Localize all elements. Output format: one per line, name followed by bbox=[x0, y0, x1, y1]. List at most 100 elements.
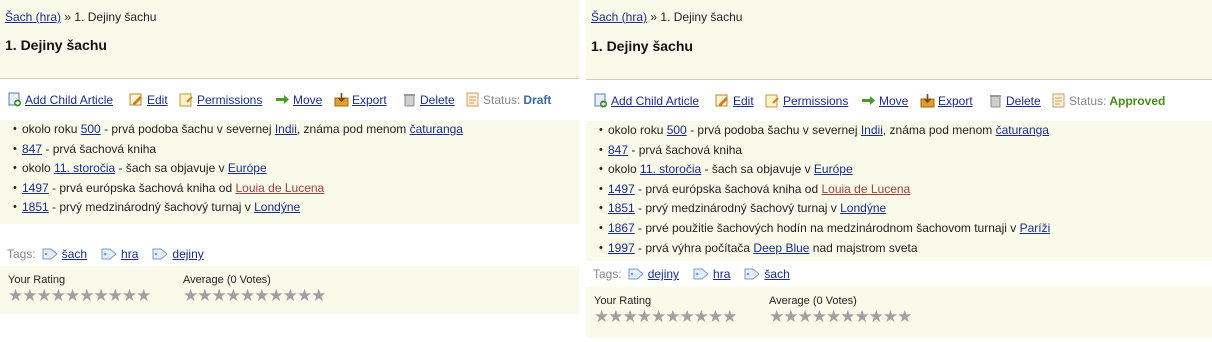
event-year-link[interactable]: 11. storočia bbox=[54, 161, 115, 175]
event-place-link[interactable]: Indii bbox=[275, 122, 297, 136]
page-title: 1. Dejiny šachu bbox=[5, 37, 107, 53]
delete-link[interactable]: Delete bbox=[420, 93, 455, 107]
permissions-link[interactable]: Permissions bbox=[783, 94, 848, 108]
event-year-link[interactable]: 1851 bbox=[608, 201, 635, 215]
breadcrumb-current: 1. Dejiny šachu bbox=[660, 10, 743, 24]
event-place-link[interactable]: Louia de Lucena bbox=[821, 182, 910, 196]
add-child-article-link[interactable]: Add Child Article bbox=[611, 94, 699, 108]
event-place-link[interactable]: Európe bbox=[814, 162, 853, 176]
tags-row: Tags: šach hra dejiny bbox=[0, 242, 579, 266]
permissions-link[interactable]: Permissions bbox=[197, 93, 262, 107]
arrow-right-icon bbox=[276, 95, 289, 104]
tag-link[interactable]: hra bbox=[121, 247, 138, 261]
average-rating-label: Average (0 Votes) bbox=[769, 295, 857, 307]
average-rating: Average (0 Votes) ★★★★★★★★★★ bbox=[183, 274, 326, 306]
permissions-button[interactable]: Permissions bbox=[765, 93, 848, 108]
trash-icon bbox=[404, 94, 415, 107]
tag-link[interactable]: šach bbox=[764, 267, 789, 281]
event-place-link[interactable]: Londýne bbox=[254, 200, 300, 214]
your-rating-label: Your Rating bbox=[594, 295, 652, 307]
tag-item[interactable]: hra bbox=[101, 247, 138, 261]
event-year-link[interactable]: 847 bbox=[608, 143, 628, 157]
your-rating-stars[interactable]: ★★★★★★★★★★ bbox=[594, 308, 737, 326]
add-child-article-button[interactable]: Add Child Article bbox=[7, 92, 113, 107]
permissions-button[interactable]: Permissions bbox=[179, 92, 262, 107]
timeline-list: okolo roku 500 - prvá podoba šachu v sev… bbox=[586, 121, 1212, 261]
status-document-icon bbox=[466, 92, 479, 107]
event-prefix-text: okolo bbox=[22, 161, 55, 176]
breadcrumb-link-parent[interactable]: Šach (hra) bbox=[5, 10, 61, 24]
export-link[interactable]: Export bbox=[938, 94, 973, 108]
breadcrumb-separator: » bbox=[650, 10, 658, 24]
ratings-section: Your Rating ★★★★★★★★★★ Average (0 Votes)… bbox=[586, 287, 1212, 337]
event-year-link[interactable]: 1997 bbox=[608, 241, 635, 255]
event-suffix-text: nad majstrom sveta bbox=[809, 240, 918, 255]
edit-link[interactable]: Edit bbox=[733, 94, 754, 108]
timeline-item: okolo roku 500 - prvá podoba šachu v sev… bbox=[599, 121, 1212, 141]
event-place-link[interactable]: Paríži bbox=[1020, 221, 1051, 235]
event-description-text: - prvá šachová kniha bbox=[628, 142, 743, 157]
add-child-article-button[interactable]: Add Child Article bbox=[593, 93, 699, 108]
tags-label: Tags: bbox=[7, 247, 36, 261]
export-link[interactable]: Export bbox=[352, 93, 387, 107]
tag-item[interactable]: dejiny bbox=[152, 247, 204, 261]
average-rating-stars: ★★★★★★★★★★ bbox=[183, 286, 326, 306]
event-place-link[interactable]: Louia de Lucena bbox=[235, 181, 324, 195]
event-term-link[interactable]: čaturanga bbox=[410, 122, 463, 136]
event-description-text: - šach sa objavuje v bbox=[115, 161, 228, 176]
delete-button[interactable]: Delete bbox=[402, 92, 455, 107]
event-year-link[interactable]: 1867 bbox=[608, 221, 635, 235]
tag-item[interactable]: hra bbox=[693, 267, 730, 281]
tag-icon bbox=[42, 248, 58, 260]
move-link[interactable]: Move bbox=[293, 93, 322, 107]
tag-item[interactable]: dejiny bbox=[628, 267, 679, 281]
tag-link[interactable]: dejiny bbox=[172, 247, 203, 261]
tag-link[interactable]: šach bbox=[62, 247, 87, 261]
event-year-link[interactable]: 847 bbox=[22, 142, 42, 156]
timeline-list: okolo roku 500 - prvá podoba šachu v sev… bbox=[0, 120, 579, 224]
export-icon bbox=[920, 94, 935, 108]
tag-item[interactable]: šach bbox=[744, 267, 790, 281]
tag-link[interactable]: dejiny bbox=[648, 267, 679, 281]
edit-button[interactable]: Edit bbox=[715, 93, 754, 108]
status-label: Status: bbox=[483, 92, 521, 107]
status-indicator: Status: Approved bbox=[1051, 93, 1165, 108]
breadcrumb: Šach (hra) » 1. Dejiny šachu bbox=[5, 10, 156, 24]
breadcrumb-link-parent[interactable]: Šach (hra) bbox=[591, 10, 647, 24]
event-year-link[interactable]: 1851 bbox=[22, 200, 49, 214]
move-button[interactable]: Move bbox=[861, 93, 908, 108]
export-icon bbox=[334, 93, 349, 107]
edit-link[interactable]: Edit bbox=[147, 93, 168, 107]
your-rating-stars[interactable]: ★★★★★★★★★★ bbox=[8, 287, 151, 305]
tag-item[interactable]: šach bbox=[42, 247, 87, 261]
delete-button[interactable]: Delete bbox=[988, 93, 1041, 108]
add-child-article-link[interactable]: Add Child Article bbox=[25, 93, 113, 107]
tag-icon bbox=[744, 268, 761, 280]
event-prefix-text: okolo bbox=[608, 162, 641, 177]
event-year-link[interactable]: 11. storočia bbox=[640, 162, 701, 176]
tag-icon bbox=[693, 268, 709, 280]
event-year-link[interactable]: 1497 bbox=[22, 181, 49, 195]
event-year-link[interactable]: 500 bbox=[81, 122, 101, 136]
event-prefix-text: okolo roku bbox=[22, 122, 81, 136]
article-header: Šach (hra) » 1. Dejiny šachu 1. Dejiny š… bbox=[0, 0, 579, 79]
export-button[interactable]: Export bbox=[920, 93, 973, 108]
status-value: Approved bbox=[1109, 93, 1166, 108]
tag-link[interactable]: hra bbox=[713, 267, 730, 281]
event-term-link[interactable]: čaturanga bbox=[996, 123, 1049, 137]
event-description-text: - prvý medzinárodný šachový turnaj v bbox=[48, 200, 255, 215]
move-link[interactable]: Move bbox=[879, 94, 908, 108]
edit-button[interactable]: Edit bbox=[129, 92, 168, 107]
export-button[interactable]: Export bbox=[334, 92, 387, 107]
event-place-link[interactable]: Londýne bbox=[840, 201, 886, 215]
event-year-link[interactable]: 1497 bbox=[608, 182, 635, 196]
edit-icon bbox=[129, 93, 142, 106]
event-place-link[interactable]: Deep Blue bbox=[753, 241, 809, 255]
event-place-link[interactable]: Indii bbox=[861, 123, 883, 137]
article-header: Šach (hra) » 1. Dejiny šachu 1. Dejiny š… bbox=[586, 0, 1212, 80]
event-year-link[interactable]: 500 bbox=[667, 123, 687, 137]
delete-link[interactable]: Delete bbox=[1006, 94, 1041, 108]
ratings-section: Your Rating ★★★★★★★★★★ Average (0 Votes)… bbox=[0, 266, 579, 314]
move-button[interactable]: Move bbox=[275, 92, 322, 107]
event-place-link[interactable]: Európe bbox=[228, 161, 267, 175]
